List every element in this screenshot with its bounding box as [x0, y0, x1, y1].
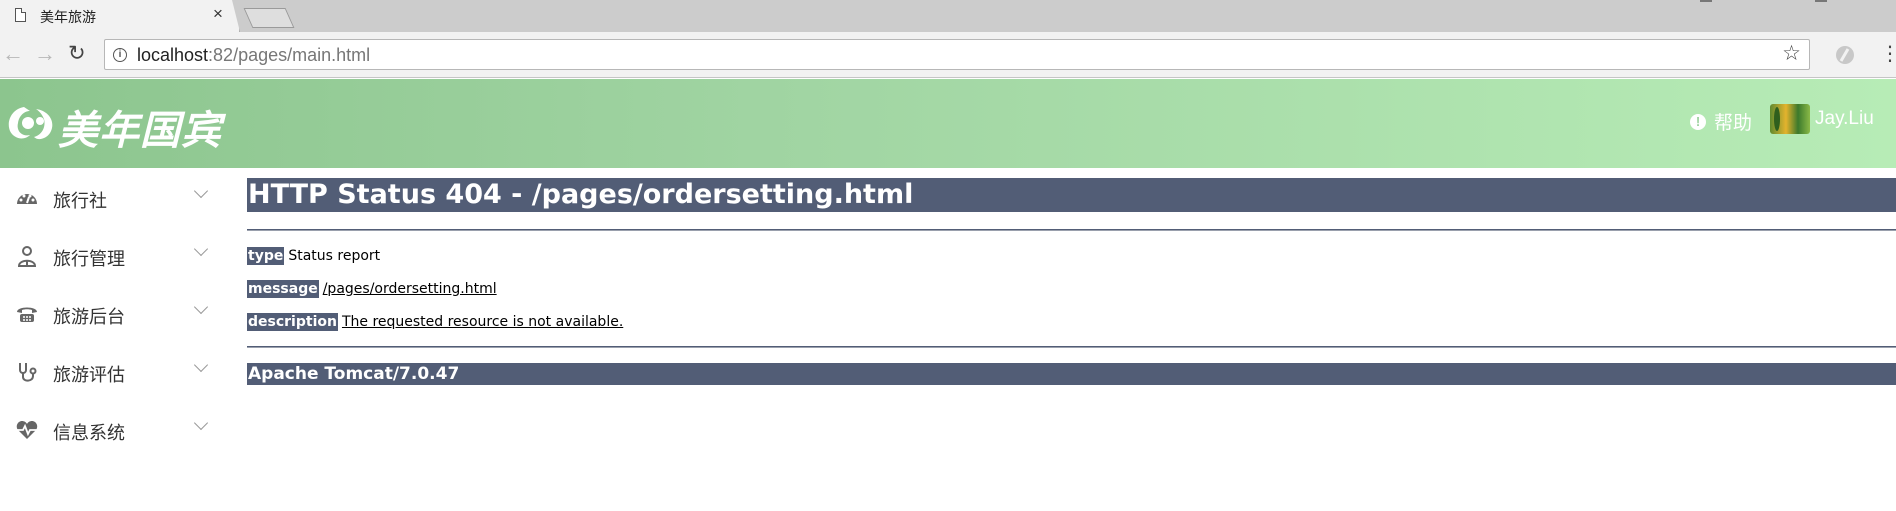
sidebar-item-label: 旅游后台: [53, 307, 125, 327]
page-icon: [15, 8, 26, 22]
chevron-down-icon: [193, 415, 209, 431]
type-label: type: [247, 247, 285, 265]
sidebar-item-info-system[interactable]: 信息系统: [0, 400, 236, 460]
browser-toolbar: ← → ↻ i localhost:82/pages/main.html ☆ ⋮: [0, 32, 1896, 78]
minimize-icon[interactable]: [1700, 0, 1712, 2]
sidebar-item-travel-agency[interactable]: 旅行社: [0, 168, 236, 228]
type-value: Status report: [288, 248, 381, 264]
divider: [247, 229, 1896, 231]
logo-icon: [8, 107, 53, 140]
reload-icon[interactable]: ↻: [68, 42, 86, 66]
maximize-icon[interactable]: [1815, 0, 1827, 2]
app-header: 美年国宾 ! 帮助 Jay.Liu: [0, 79, 1896, 168]
chevron-down-icon: [193, 241, 209, 257]
forward-icon[interactable]: →: [34, 42, 56, 66]
sidebar-item-label: 信息系统: [53, 423, 125, 443]
sidebar: 旅行社 旅行管理 旅游后台 旅游评估 信息系统: [0, 168, 236, 511]
message-row: message/pages/ordersetting.html: [247, 280, 497, 298]
sidebar-item-travel-backend[interactable]: 旅游后台: [0, 284, 236, 344]
phone-icon: [17, 307, 37, 322]
back-icon[interactable]: ←: [2, 42, 24, 66]
message-label: message: [247, 280, 319, 298]
info-icon[interactable]: i: [113, 48, 127, 62]
description-label: description: [247, 313, 338, 331]
stethoscope-icon: [19, 363, 37, 382]
address-bar[interactable]: i localhost:82/pages/main.html ☆: [104, 39, 1810, 70]
help-label: 帮助: [1714, 113, 1753, 134]
menu-icon[interactable]: ⋮: [1880, 44, 1896, 64]
url-text[interactable]: localhost:82/pages/main.html: [137, 45, 370, 66]
divider: [247, 346, 1896, 348]
new-tab-button[interactable]: [243, 8, 295, 28]
user-icon: [17, 246, 37, 267]
sidebar-item-label: 旅游评估: [53, 365, 125, 385]
close-icon[interactable]: ×: [213, 5, 223, 22]
extension-icon[interactable]: [1836, 46, 1854, 64]
description-value: The requested resource is not available.: [341, 314, 624, 330]
help-link[interactable]: ! 帮助: [1690, 108, 1752, 135]
chevron-down-icon: [193, 299, 209, 315]
logo-text: 美年国宾: [58, 109, 222, 153]
description-row: description The requested resource is not…: [247, 313, 624, 331]
username[interactable]: Jay.Liu: [1815, 108, 1874, 130]
tab-title: 美年旅游: [40, 9, 96, 25]
browser-tabstrip: 美年旅游 ×: [0, 0, 1896, 32]
help-icon: !: [1690, 113, 1706, 130]
sidebar-item-travel-evaluation[interactable]: 旅游评估: [0, 342, 236, 402]
dashboard-icon: [17, 194, 37, 204]
chevron-down-icon: [193, 183, 209, 199]
chevron-down-icon: [193, 357, 209, 373]
server-footer: Apache Tomcat/7.0.47: [247, 363, 1896, 385]
page-title: HTTP Status 404 - /pages/ordersetting.ht…: [247, 178, 1896, 212]
heartbeat-icon: [16, 421, 38, 439]
message-value: /pages/ordersetting.html: [322, 281, 497, 297]
sidebar-item-label: 旅行管理: [53, 249, 125, 269]
sidebar-item-label: 旅行社: [53, 191, 107, 211]
bookmark-star-icon[interactable]: ☆: [1782, 43, 1801, 65]
avatar[interactable]: [1770, 104, 1810, 134]
browser-tab[interactable]: 美年旅游 ×: [0, 0, 240, 32]
type-row: type Status report: [247, 247, 381, 265]
sidebar-item-travel-management[interactable]: 旅行管理: [0, 226, 236, 286]
